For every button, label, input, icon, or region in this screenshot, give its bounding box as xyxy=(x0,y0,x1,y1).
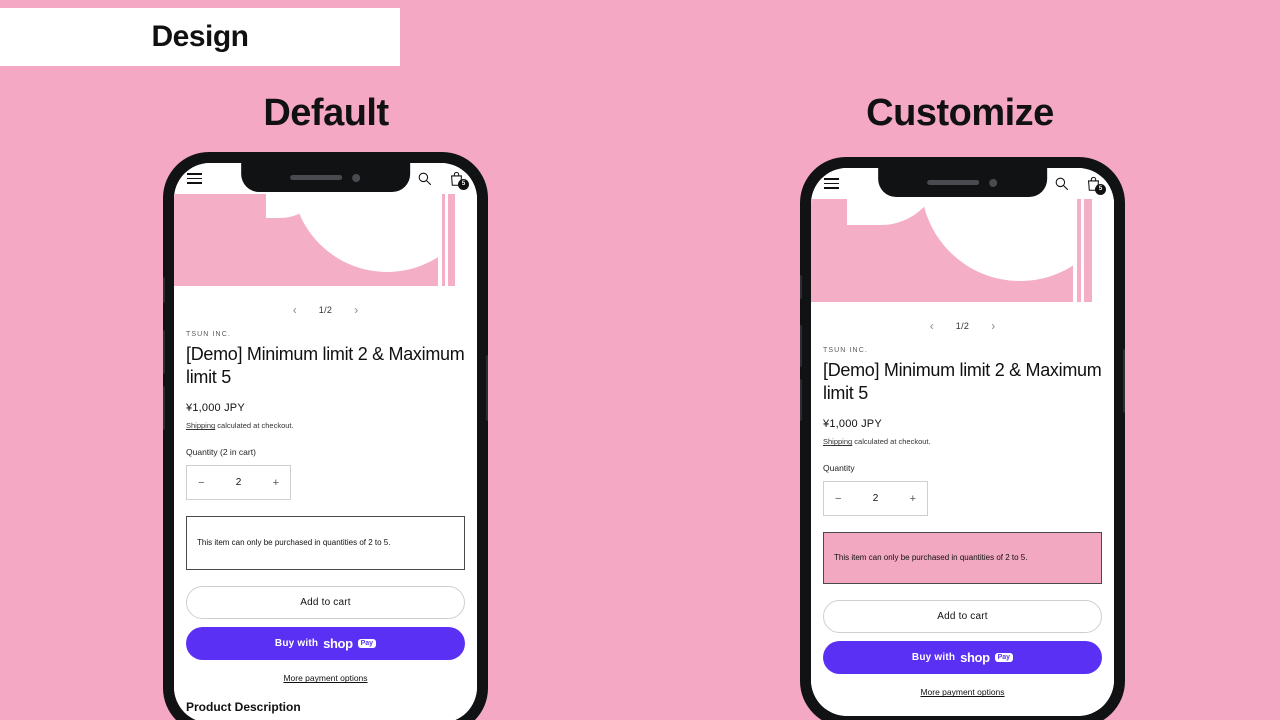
carousel-counter: 1/2 xyxy=(955,321,970,331)
quantity-stepper[interactable]: − 2 + xyxy=(823,481,928,517)
design-banner: Design xyxy=(0,8,400,66)
chevron-left-icon[interactable]: ‹ xyxy=(293,303,297,317)
product-price: ¥1,000 JPY xyxy=(823,418,882,431)
carousel-counter: 1/2 xyxy=(318,305,333,315)
phone-button-power-right[interactable] xyxy=(1123,349,1125,413)
shipping-note: Shipping calculated at checkout. xyxy=(823,437,1102,446)
product-info-default: TSUN INC. [Demo] Minimum limit 2 & Maxim… xyxy=(174,331,477,683)
phone-button-silent[interactable] xyxy=(163,277,165,303)
buy-with-label: Buy with xyxy=(911,652,956,664)
quantity-increase-button[interactable]: + xyxy=(273,477,279,489)
quantity-stepper[interactable]: − 2 + xyxy=(186,465,291,501)
quantity-limit-notice: This item can only be purchased in quant… xyxy=(823,532,1102,585)
product-image-carousel-default[interactable] xyxy=(174,194,477,286)
product-title: [Demo] Minimum limit 2 & Maximum limit 5 xyxy=(823,360,1102,403)
section-title-default: Default xyxy=(263,92,389,134)
product-info-customize: TSUN INC. [Demo] Minimum limit 2 & Maxim… xyxy=(811,347,1114,697)
notch-speaker-right xyxy=(927,180,980,185)
design-banner-label: Design xyxy=(151,20,249,53)
phone-button-volume-up[interactable] xyxy=(163,330,165,374)
shipping-note-rest: calculated at checkout. xyxy=(852,437,931,447)
shop-page-customize: 5 ‹ 1/2 › TSUN INC. [Demo] Minimum limit… xyxy=(811,168,1114,716)
product-description-heading: Product Description xyxy=(186,700,301,715)
product-image-slide-1 xyxy=(811,199,1073,302)
product-image-slide-2-edge xyxy=(1084,199,1092,302)
shipping-link[interactable]: Shipping xyxy=(823,437,852,446)
more-payment-options-link[interactable]: More payment options xyxy=(823,687,1102,697)
phone-button-silent-right[interactable] xyxy=(800,275,802,299)
quantity-increase-button[interactable]: + xyxy=(910,493,916,505)
quantity-decrease-button[interactable]: − xyxy=(198,477,204,489)
shipping-link[interactable]: Shipping xyxy=(186,421,215,430)
cart-count-badge: 5 xyxy=(1095,184,1106,195)
product-price: ¥1,000 JPY xyxy=(186,402,245,415)
buy-with-shop-pay-button[interactable]: Buy with shop Pay xyxy=(186,627,465,661)
quantity-limit-notice-text: This item can only be purchased in quant… xyxy=(197,538,391,548)
product-image-slide-1 xyxy=(174,194,438,286)
search-icon[interactable] xyxy=(415,169,434,188)
buy-with-label: Buy with xyxy=(274,638,319,650)
cart-icon[interactable]: 5 xyxy=(1084,174,1106,195)
more-payment-options-label: More payment options xyxy=(283,673,368,684)
quantity-label: Quantity (2 in cart) xyxy=(186,447,256,458)
hamburger-icon[interactable] xyxy=(185,169,204,188)
quantity-value: 2 xyxy=(872,493,879,505)
more-payment-options-link[interactable]: More payment options xyxy=(186,673,465,683)
shop-wordmark: shop xyxy=(323,636,353,652)
chevron-right-icon[interactable]: › xyxy=(354,303,358,317)
more-payment-options-label: More payment options xyxy=(920,687,1005,698)
phone-notch-right xyxy=(877,168,1048,197)
cart-icon[interactable]: 5 xyxy=(447,169,469,190)
product-image-carousel-customize[interactable] xyxy=(811,199,1114,302)
phone-mockup-default: 5 ‹ 1/2 › TSUN INC. [Demo] Minimum limit… xyxy=(163,152,488,720)
notch-camera xyxy=(352,173,361,182)
pay-badge: Pay xyxy=(357,639,377,649)
product-vendor: TSUN INC. xyxy=(823,347,868,354)
notch-camera-right xyxy=(989,178,998,187)
phone-screen-default: 5 ‹ 1/2 › TSUN INC. [Demo] Minimum limit… xyxy=(174,163,477,720)
quantity-limit-notice-text: This item can only be purchased in quant… xyxy=(834,553,1028,563)
shipping-note: Shipping calculated at checkout. xyxy=(186,421,465,430)
add-to-cart-label: Add to cart xyxy=(937,611,988,623)
shop-wordmark: shop xyxy=(960,650,990,666)
buy-with-shop-pay-button[interactable]: Buy with shop Pay xyxy=(823,641,1102,675)
cart-count-badge: 5 xyxy=(458,179,469,190)
add-to-cart-label: Add to cart xyxy=(300,597,351,609)
phone-screen-customize: 5 ‹ 1/2 › TSUN INC. [Demo] Minimum limit… xyxy=(811,168,1114,716)
phone-button-volume-down[interactable] xyxy=(163,386,165,430)
phone-button-power[interactable] xyxy=(486,355,488,421)
product-vendor: TSUN INC. xyxy=(186,331,231,338)
search-icon[interactable] xyxy=(1052,174,1071,193)
quantity-value: 2 xyxy=(235,477,242,489)
carousel-navigation-customize: ‹ 1/2 › xyxy=(811,319,1114,333)
quantity-decrease-button[interactable]: − xyxy=(835,493,841,505)
phone-button-volume-up-right[interactable] xyxy=(800,325,802,367)
product-title: [Demo] Minimum limit 2 & Maximum limit 5 xyxy=(186,344,465,387)
chevron-right-icon[interactable]: › xyxy=(991,319,995,333)
pay-badge: Pay xyxy=(994,653,1014,663)
add-to-cart-button[interactable]: Add to cart xyxy=(186,586,465,620)
chevron-left-icon[interactable]: ‹ xyxy=(930,319,934,333)
shipping-note-rest: calculated at checkout. xyxy=(215,421,294,431)
quantity-label: Quantity xyxy=(823,463,855,474)
hamburger-icon[interactable] xyxy=(822,174,841,193)
phone-notch xyxy=(240,163,411,192)
section-title-customize: Customize xyxy=(866,92,1054,134)
quantity-limit-notice: This item can only be purchased in quant… xyxy=(186,516,465,571)
phone-mockup-customize: 5 ‹ 1/2 › TSUN INC. [Demo] Minimum limit… xyxy=(800,157,1125,720)
add-to-cart-button[interactable]: Add to cart xyxy=(823,600,1102,634)
notch-speaker xyxy=(290,175,343,180)
carousel-navigation-default: ‹ 1/2 › xyxy=(174,303,477,317)
product-image-slide-2-edge xyxy=(448,194,455,286)
shop-page-default: 5 ‹ 1/2 › TSUN INC. [Demo] Minimum limit… xyxy=(174,163,477,720)
phone-button-volume-down-right[interactable] xyxy=(800,379,802,421)
